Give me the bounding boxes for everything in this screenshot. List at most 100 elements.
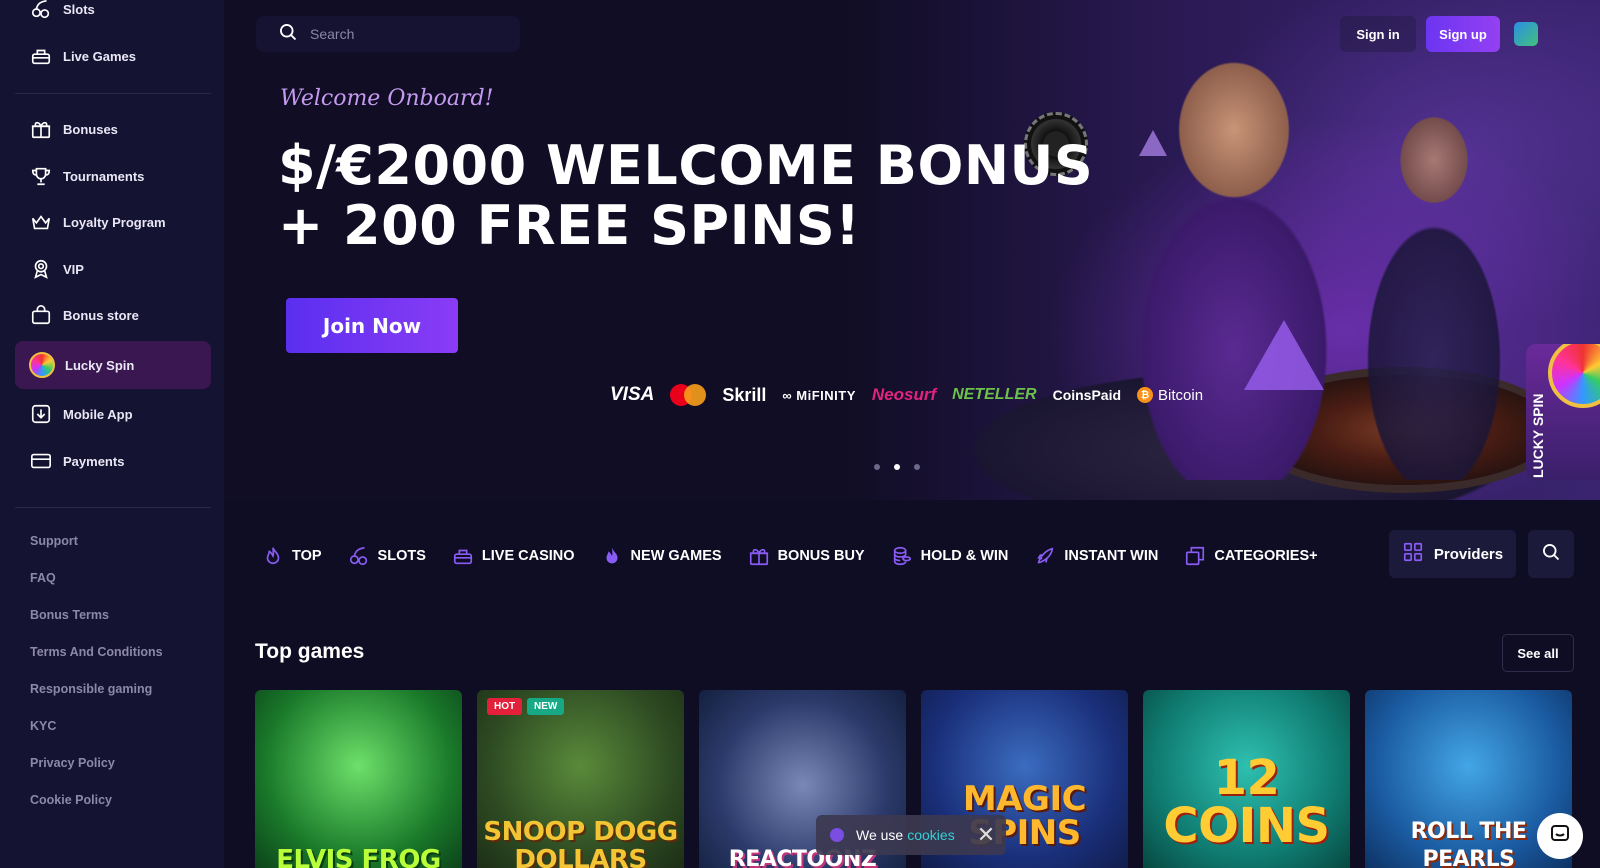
shopping-bag-icon bbox=[29, 303, 53, 327]
see-all-button[interactable]: See all bbox=[1502, 634, 1574, 672]
hero-headline: $/€2000 WELCOME BONUS + 200 FREE SPINS! bbox=[278, 136, 1093, 256]
category-label: BONUS BUY bbox=[777, 548, 865, 564]
live-casino-icon bbox=[452, 545, 474, 567]
sidebar-item-label: Bonus store bbox=[63, 307, 139, 323]
footer-link-privacy[interactable]: Privacy Policy bbox=[30, 756, 115, 770]
category-new-games[interactable]: NEW GAMES bbox=[601, 540, 722, 572]
hero-headline-line2: + 200 FREE SPINS! bbox=[278, 194, 861, 257]
sidebar-item-label: Tournaments bbox=[63, 168, 145, 184]
bitcoin-logo: ₿ Bitcoin bbox=[1137, 387, 1203, 404]
sidebar-item-tournaments[interactable]: Tournaments bbox=[15, 153, 211, 199]
sidebar-item-payments[interactable]: Payments bbox=[15, 438, 211, 484]
live-games-icon bbox=[29, 44, 53, 68]
category-label: LIVE CASINO bbox=[481, 548, 575, 564]
top-games-title: Top games bbox=[255, 640, 365, 663]
sign-in-button[interactable]: Sign in bbox=[1340, 16, 1416, 52]
language-globe-icon[interactable] bbox=[1514, 22, 1538, 46]
game-title: 12 COINS bbox=[1163, 750, 1330, 854]
sidebar-item-slots[interactable]: Slots bbox=[15, 0, 211, 32]
cookie-text: We use bbox=[856, 827, 904, 843]
category-label: CATEGORIES+ bbox=[1214, 548, 1318, 564]
flame-icon bbox=[262, 545, 284, 567]
game-title: SNOOP DOGG DOLLARS bbox=[483, 817, 678, 868]
sidebar-item-bonus-store[interactable]: Bonus store bbox=[15, 292, 211, 338]
game-card-12-coins[interactable]: 12 COINS bbox=[1143, 690, 1350, 868]
grid-icon bbox=[1402, 541, 1424, 567]
game-card-elvis-frog[interactable]: ELVIS FROG bbox=[255, 690, 462, 868]
category-more[interactable]: CATEGORIES+ bbox=[1184, 540, 1318, 572]
lucky-spin-tab-label: LUCKY SPIN bbox=[1530, 393, 1546, 478]
gift-icon bbox=[748, 545, 770, 567]
category-instant-win[interactable]: INSTANT WIN bbox=[1034, 540, 1158, 572]
category-label: TOP bbox=[292, 548, 322, 564]
footer-link-terms[interactable]: Terms And Conditions bbox=[30, 645, 163, 659]
footer-link-responsible-gaming[interactable]: Responsible gaming bbox=[30, 682, 152, 696]
bitcoin-icon: ₿ bbox=[1137, 387, 1154, 403]
sidebar-item-mobile-app[interactable]: Mobile App bbox=[15, 391, 211, 437]
hero-banner[interactable]: Welcome Onboard! $/€2000 WELCOME BONUS +… bbox=[224, 0, 1600, 500]
sidebar-divider bbox=[15, 507, 211, 508]
sidebar-item-label: VIP bbox=[63, 261, 84, 277]
search-icon bbox=[278, 22, 298, 47]
category-hold-win[interactable]: HOLD & WIN bbox=[891, 540, 1009, 572]
gift-icon bbox=[29, 117, 53, 141]
category-label: NEW GAMES bbox=[630, 548, 722, 564]
carousel-dot[interactable] bbox=[874, 464, 880, 470]
rocket-icon bbox=[1034, 545, 1056, 567]
cookie-link[interactable]: cookies bbox=[907, 827, 954, 843]
footer-link-faq[interactable]: FAQ bbox=[30, 571, 56, 585]
category-bonus-buy[interactable]: BONUS BUY bbox=[748, 540, 865, 572]
gem-icon bbox=[1139, 130, 1167, 156]
footer-link-support[interactable]: Support bbox=[30, 534, 78, 548]
new-badge: NEW bbox=[527, 698, 565, 715]
sidebar-item-loyalty[interactable]: Loyalty Program bbox=[15, 199, 211, 245]
providers-button[interactable]: Providers bbox=[1389, 530, 1516, 578]
sidebar-item-label: Payments bbox=[63, 453, 125, 469]
sidebar-item-label: Lucky Spin bbox=[65, 357, 135, 373]
category-label: SLOTS bbox=[377, 548, 426, 564]
skrill-logo: Skrill bbox=[722, 384, 767, 405]
mifinity-logo: ∞ MiFINITY bbox=[782, 387, 856, 403]
category-label: HOLD & WIN bbox=[920, 548, 1009, 564]
hero-welcome: Welcome Onboard! bbox=[280, 86, 494, 111]
slots-icon bbox=[29, 0, 53, 21]
game-card-snoop-dogg-dollars[interactable]: HOT NEW SNOOP DOGG DOLLARS bbox=[477, 690, 684, 868]
category-top[interactable]: TOP bbox=[262, 540, 322, 572]
search-input[interactable] bbox=[310, 26, 510, 42]
footer-link-bonus-terms[interactable]: Bonus Terms bbox=[30, 608, 109, 622]
sidebar-item-label: Live Games bbox=[63, 48, 136, 64]
category-slots[interactable]: SLOTS bbox=[348, 540, 426, 572]
footer-link-cookie[interactable]: Cookie Policy bbox=[30, 793, 112, 807]
sidebar-item-lucky-spin[interactable]: Lucky Spin bbox=[15, 341, 211, 389]
sign-up-button[interactable]: Sign up bbox=[1426, 16, 1500, 52]
crown-icon bbox=[29, 210, 53, 234]
carousel-dots bbox=[874, 464, 920, 470]
sidebar: Slots Live Games Bonuses Tournaments Loy… bbox=[0, 0, 224, 868]
join-now-button[interactable]: Join Now bbox=[286, 298, 458, 353]
hero-headline-line1: $/€2000 WELCOME BONUS bbox=[278, 134, 1094, 197]
neteller-logo: NETELLER bbox=[952, 386, 1037, 403]
games-search-button[interactable] bbox=[1528, 530, 1574, 578]
footer-link-kyc[interactable]: KYC bbox=[30, 719, 56, 733]
search-icon bbox=[1541, 542, 1561, 567]
neosurf-logo: Neosurf bbox=[871, 385, 937, 404]
mastercard-logo bbox=[670, 384, 707, 406]
sidebar-item-vip[interactable]: VIP bbox=[15, 246, 211, 292]
carousel-dot[interactable] bbox=[914, 464, 920, 470]
lucky-spin-tab[interactable]: LUCKY SPIN bbox=[1526, 344, 1600, 480]
sidebar-item-live-games[interactable]: Live Games bbox=[15, 33, 211, 79]
game-title: ELVIS FROG bbox=[276, 845, 441, 868]
providers-label: Providers bbox=[1433, 545, 1504, 563]
hero-man-figure bbox=[1344, 60, 1524, 480]
card-icon bbox=[29, 449, 53, 473]
payment-methods: VISA Skrill ∞ MiFINITY Neosurf NETELLER … bbox=[610, 380, 1203, 410]
visa-logo: VISA bbox=[610, 384, 655, 405]
sidebar-item-bonuses[interactable]: Bonuses bbox=[15, 106, 211, 152]
search-box[interactable] bbox=[256, 16, 520, 52]
layers-icon bbox=[1184, 545, 1206, 567]
close-icon[interactable]: ✕ bbox=[977, 822, 995, 848]
chat-button[interactable] bbox=[1537, 813, 1583, 859]
category-live-casino[interactable]: LIVE CASINO bbox=[452, 540, 575, 572]
cookie-banner: We use cookies ✕ bbox=[816, 815, 1006, 855]
carousel-dot-active[interactable] bbox=[894, 464, 900, 470]
